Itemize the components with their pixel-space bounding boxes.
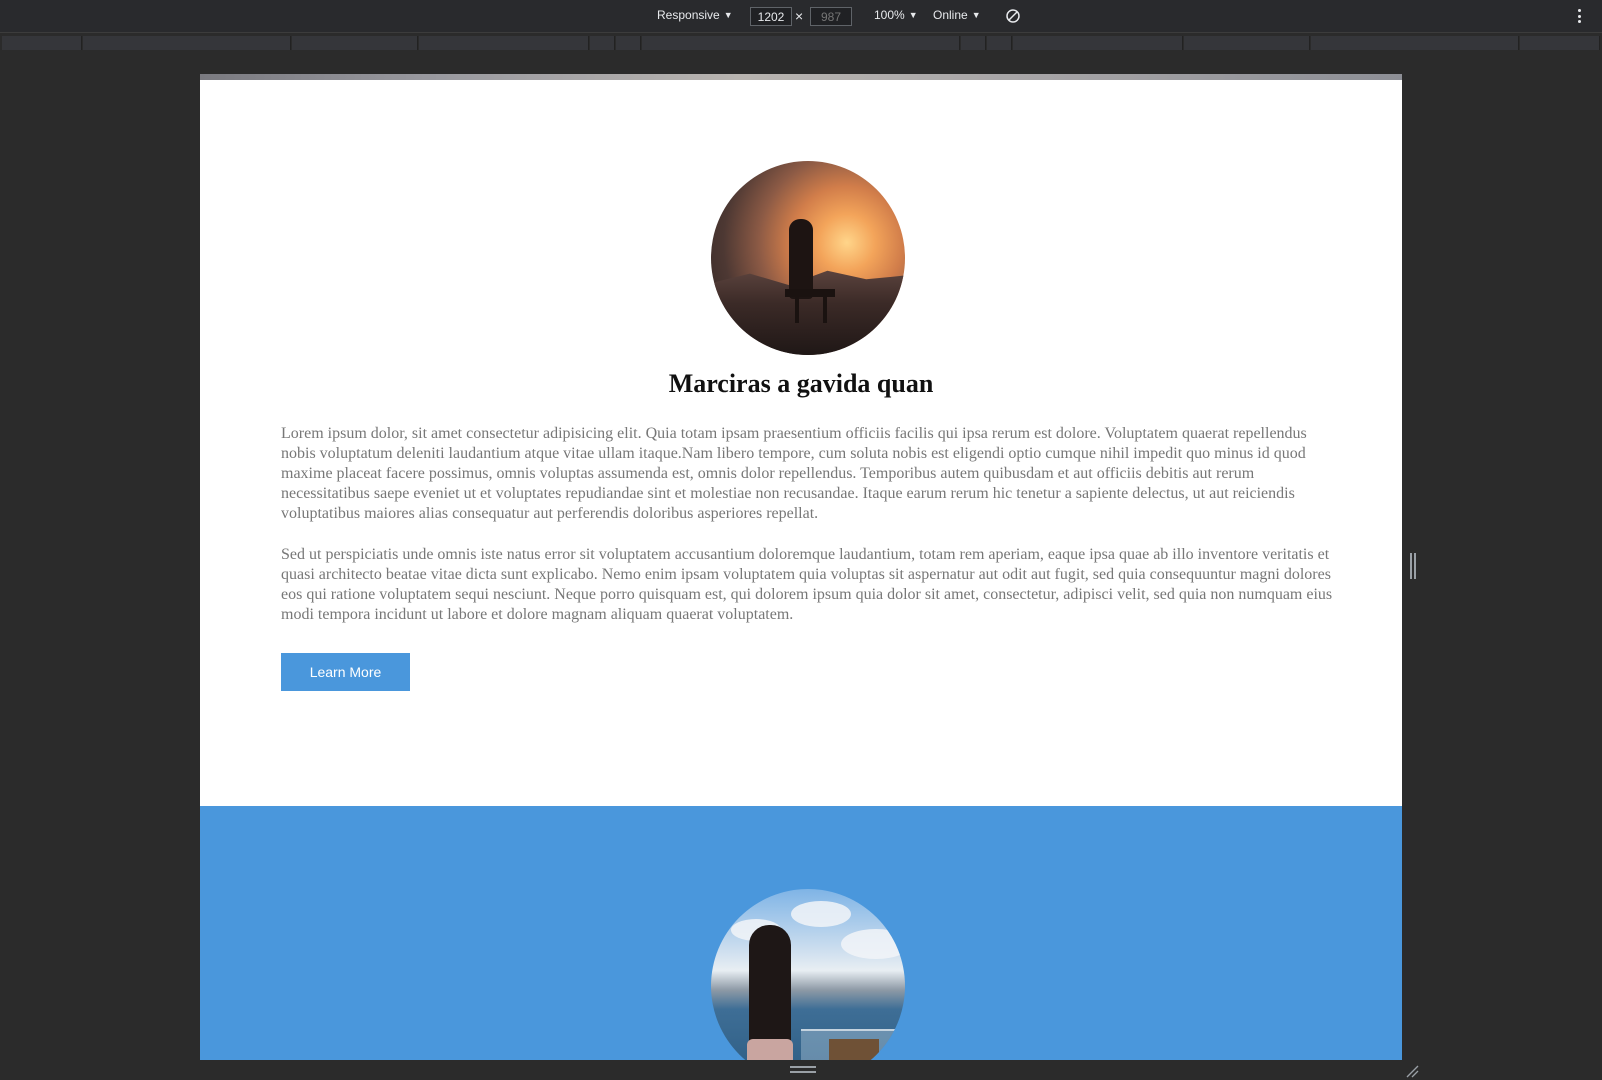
media-query-bar <box>0 34 1602 51</box>
lake-view-image <box>711 889 905 1060</box>
resize-handle-bottom[interactable] <box>790 1066 816 1073</box>
media-query-segment[interactable] <box>961 36 986 50</box>
throttling-label: Online <box>933 8 968 22</box>
media-query-segment[interactable] <box>590 36 615 50</box>
media-query-segment[interactable] <box>616 36 641 50</box>
more-vertical-icon[interactable] <box>1576 8 1582 24</box>
sunset-silhouette-image <box>711 161 905 355</box>
media-query-segment[interactable] <box>1013 36 1183 50</box>
devtools-toolbar: Responsive ▼ × 100% ▼ Online ▼ <box>0 0 1602 33</box>
media-query-segment[interactable] <box>2 36 82 50</box>
media-query-segment[interactable] <box>1520 36 1600 50</box>
section-paragraph-1: Lorem ipsum dolor, sit amet consectetur … <box>281 425 1307 522</box>
resize-corner-icon[interactable] <box>1405 1064 1419 1078</box>
media-query-segment[interactable] <box>292 36 418 50</box>
feature-section-white: Marciras a gavida quan Lorem ipsum dolor… <box>200 80 1402 806</box>
times-separator: × <box>795 8 804 24</box>
media-query-segment[interactable] <box>1311 36 1519 50</box>
rotate-icon[interactable] <box>1005 8 1021 24</box>
feature-section-blue <box>200 806 1402 1060</box>
media-query-segment[interactable] <box>987 36 1012 50</box>
learn-more-button[interactable]: Learn More <box>281 653 410 691</box>
media-query-segment[interactable] <box>642 36 960 50</box>
resize-handle-right[interactable] <box>1410 553 1416 579</box>
height-input[interactable] <box>810 7 852 26</box>
device-mode-label: Responsive <box>657 8 720 22</box>
chevron-down-icon: ▼ <box>723 10 733 20</box>
width-input[interactable] <box>750 7 792 26</box>
device-mode-dropdown[interactable]: Responsive ▼ <box>657 8 733 22</box>
media-query-segment[interactable] <box>1184 36 1310 50</box>
chevron-down-icon: ▼ <box>908 10 918 20</box>
zoom-dropdown[interactable]: 100% ▼ <box>874 8 918 22</box>
throttling-dropdown[interactable]: Online ▼ <box>933 8 981 22</box>
media-query-segment[interactable] <box>83 36 291 50</box>
chevron-down-icon: ▼ <box>971 10 981 20</box>
zoom-label: 100% <box>874 8 905 22</box>
media-query-segment[interactable] <box>419 36 589 50</box>
device-viewport: Marciras a gavida quan Lorem ipsum dolor… <box>200 74 1402 1060</box>
section-heading: Marciras a gavida quan <box>668 369 934 398</box>
section-paragraph-2: Sed ut perspiciatis unde omnis iste natu… <box>281 546 1333 623</box>
